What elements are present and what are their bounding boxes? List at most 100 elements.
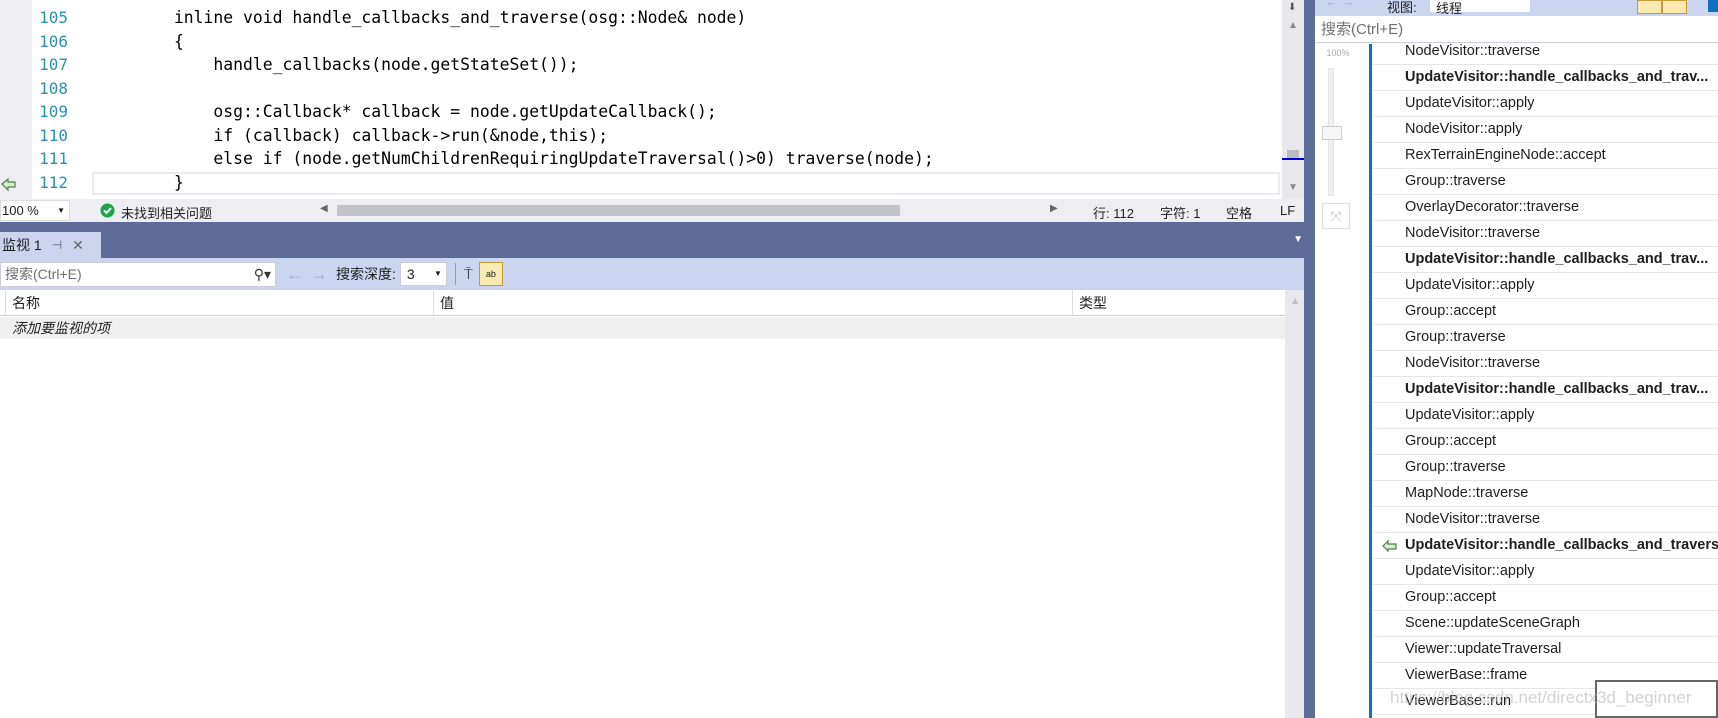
- watch-header: 名称 值 类型: [0, 290, 1285, 316]
- frame-name: Group::accept: [1405, 433, 1497, 449]
- call-stack-frame[interactable]: Group::traverse: [1373, 455, 1718, 481]
- watch-scrollbar[interactable]: ▲: [1285, 290, 1304, 718]
- forward-arrow-icon[interactable]: →: [310, 264, 328, 285]
- filter-pin-icon[interactable]: ⍑: [464, 266, 473, 283]
- call-stack-frame[interactable]: Group::accept: [1373, 585, 1718, 611]
- frame-name: Group::traverse: [1405, 173, 1506, 189]
- search-placeholder: 搜索(Ctrl+E): [1321, 21, 1404, 38]
- view-value: 线程: [1436, 1, 1463, 16]
- panel-splitter[interactable]: [1304, 0, 1315, 718]
- zoom-select[interactable]: 100 % ▼: [0, 200, 70, 221]
- scroll-up-icon[interactable]: ▲: [1290, 296, 1300, 307]
- line-ending-indicator[interactable]: LF: [1280, 203, 1295, 218]
- call-stack-frame[interactable]: Group::accept: [1373, 299, 1718, 325]
- call-stack-frame[interactable]: Scene::updateSceneGraph: [1373, 611, 1718, 637]
- search-depth-select[interactable]: 3 ▼: [399, 262, 447, 286]
- column-type[interactable]: 类型: [1072, 290, 1285, 316]
- column-name[interactable]: 名称: [5, 290, 433, 316]
- call-stack-frame[interactable]: UpdateVisitor::handle_callbacks_and_trav…: [1373, 247, 1718, 273]
- call-stack-frame[interactable]: NodeVisitor::traverse: [1373, 221, 1718, 247]
- scroll-down-top-icon: ⬇: [1288, 2, 1297, 13]
- code-line[interactable]: osg::Callback* callback = node.getUpdate…: [95, 102, 716, 121]
- frame-name: UpdateVisitor::apply: [1405, 95, 1535, 111]
- column-value[interactable]: 值: [433, 290, 1072, 316]
- scroll-thumb[interactable]: [1287, 150, 1299, 158]
- tool-window-tabbar: ▼: [0, 222, 1315, 258]
- frame-name: NodeVisitor::traverse: [1405, 225, 1541, 241]
- current-frame-arrow-icon: [1382, 539, 1397, 553]
- call-stack-frame[interactable]: Viewer::updateTraversal: [1373, 637, 1718, 663]
- code-line[interactable]: inline void handle_callbacks_and_travers…: [95, 8, 746, 27]
- frame-name: Scene::updateSceneGraph: [1405, 615, 1580, 631]
- hex-display-icon[interactable]: ab: [478, 262, 503, 286]
- call-stack-frame[interactable]: NodeVisitor::apply: [1373, 117, 1718, 143]
- code-editor[interactable]: 105 inline void handle_callbacks_and_tra…: [0, 0, 1282, 199]
- search-depth-value: 3: [406, 266, 415, 282]
- view-select[interactable]: 线程: [1430, 0, 1530, 16]
- frame-name: NodeVisitor::traverse: [1405, 43, 1541, 59]
- code-line[interactable]: handle_callbacks(node.getStateSet());: [95, 55, 578, 74]
- hscroll-left-icon[interactable]: ◀: [320, 203, 328, 214]
- code-line[interactable]: {: [95, 32, 184, 51]
- call-stack-frame[interactable]: UpdateVisitor::apply: [1373, 403, 1718, 429]
- toggle-view-icon[interactable]: [1637, 0, 1662, 14]
- frame-name: Group::accept: [1405, 303, 1497, 319]
- frame-name: UpdateVisitor::apply: [1405, 563, 1535, 579]
- accent-block: [1708, 0, 1718, 12]
- call-stack-frame[interactable]: UpdateVisitor::apply: [1373, 91, 1718, 117]
- zoom-label: 100%: [1326, 48, 1350, 58]
- call-stack-frame[interactable]: UpdateVisitor::handle_callbacks_and_trav…: [1373, 533, 1718, 559]
- code-line[interactable]: if (callback) callback->run(&node,this);: [95, 126, 608, 145]
- call-stack-frame[interactable]: UpdateVisitor::handle_callbacks_and_trav…: [1373, 377, 1718, 403]
- issues-status[interactable]: 未找到相关问题: [121, 203, 212, 222]
- window-menu-icon[interactable]: ▼: [1293, 234, 1303, 245]
- call-stack-frame[interactable]: UpdateVisitor::apply: [1373, 273, 1718, 299]
- call-stack-frame[interactable]: Group::traverse: [1373, 325, 1718, 351]
- line-indicator: 行: 112: [1093, 206, 1134, 221]
- back-arrow-icon[interactable]: ←: [286, 264, 304, 285]
- watch-toolbar: 搜索(Ctrl+E) ⚲▾ ← → 搜索深度: 3 ▼ ⍑ ab: [0, 258, 1304, 290]
- nav-arrows-icon[interactable]: ← →: [1325, 0, 1355, 9]
- tab-watch-1[interactable]: 监视 1 ⊣ ✕: [0, 232, 101, 258]
- call-stack-frame[interactable]: NodeVisitor::traverse: [1373, 351, 1718, 377]
- call-stack-frame[interactable]: MapNode::traverse: [1373, 481, 1718, 507]
- call-stack-frame[interactable]: RexTerrainEngineNode::accept: [1373, 143, 1718, 169]
- call-stack-frame[interactable]: UpdateVisitor::handle_callbacks_and_trav…: [1373, 65, 1718, 91]
- frame-name: Group::traverse: [1405, 459, 1506, 475]
- whitespace-indicator[interactable]: 空格: [1226, 203, 1252, 222]
- frame-name: UpdateVisitor::apply: [1405, 277, 1535, 293]
- frame-name: NodeVisitor::traverse: [1405, 355, 1541, 371]
- search-icon[interactable]: ⚲▾: [254, 266, 271, 283]
- call-stack-frame[interactable]: NodeVisitor::traverse: [1373, 507, 1718, 533]
- editor-vertical-scrollbar[interactable]: ⬇ ▲ ▼: [1282, 0, 1304, 199]
- line-number: 105: [39, 8, 68, 27]
- add-watch-item[interactable]: 添加要监视的项: [0, 317, 1285, 339]
- frame-name: Group::traverse: [1405, 329, 1506, 345]
- zoom-slider[interactable]: 100% ⤧: [1320, 48, 1356, 229]
- scroll-up-icon[interactable]: ▲: [1288, 20, 1298, 31]
- code-line[interactable]: else if (node.getNumChildrenRequiringUpd…: [95, 149, 933, 168]
- frame-name: UpdateVisitor::handle_callbacks_and_trav…: [1405, 381, 1709, 397]
- call-stack-frame[interactable]: OverlayDecorator::traverse: [1373, 195, 1718, 221]
- current-line-highlight: [92, 172, 1280, 195]
- zoom-slider-thumb[interactable]: [1322, 126, 1342, 140]
- close-icon[interactable]: ✕: [72, 237, 84, 254]
- horizontal-scroll-thumb[interactable]: [337, 205, 900, 216]
- call-stack-frame[interactable]: Group::traverse: [1373, 169, 1718, 195]
- search-placeholder: 搜索(Ctrl+E): [5, 266, 82, 282]
- line-number: 110: [39, 125, 68, 145]
- call-stack-frame[interactable]: Group::accept: [1373, 429, 1718, 455]
- return-arrow-icon: [1, 177, 16, 192]
- watch-search-input[interactable]: 搜索(Ctrl+E) ⚲▾: [0, 261, 276, 287]
- watermark: https://blog.csdn.net/directx3d_beginner: [1390, 688, 1692, 707]
- call-stack-panel: ← → 视图: 线程 搜索(Ctrl+E) 100% ⤧ NodeVisitor…: [1315, 0, 1718, 718]
- hscroll-right-icon[interactable]: ▶: [1050, 203, 1058, 214]
- call-stack-frame[interactable]: NodeVisitor::traverse: [1373, 39, 1718, 65]
- pin-icon[interactable]: ⊣: [52, 238, 62, 252]
- editor-status-bar: 100 % ▼ 未找到相关问题 ◀ ▶ 行: 112 字符: 1 空格 LF: [0, 199, 1304, 222]
- toggle-tools-icon[interactable]: [1662, 0, 1687, 14]
- frame-name: RexTerrainEngineNode::accept: [1405, 147, 1606, 163]
- call-stack-frame[interactable]: UpdateVisitor::apply: [1373, 559, 1718, 585]
- scroll-down-icon[interactable]: ▼: [1288, 182, 1298, 193]
- fit-view-icon[interactable]: ⤧: [1322, 203, 1350, 229]
